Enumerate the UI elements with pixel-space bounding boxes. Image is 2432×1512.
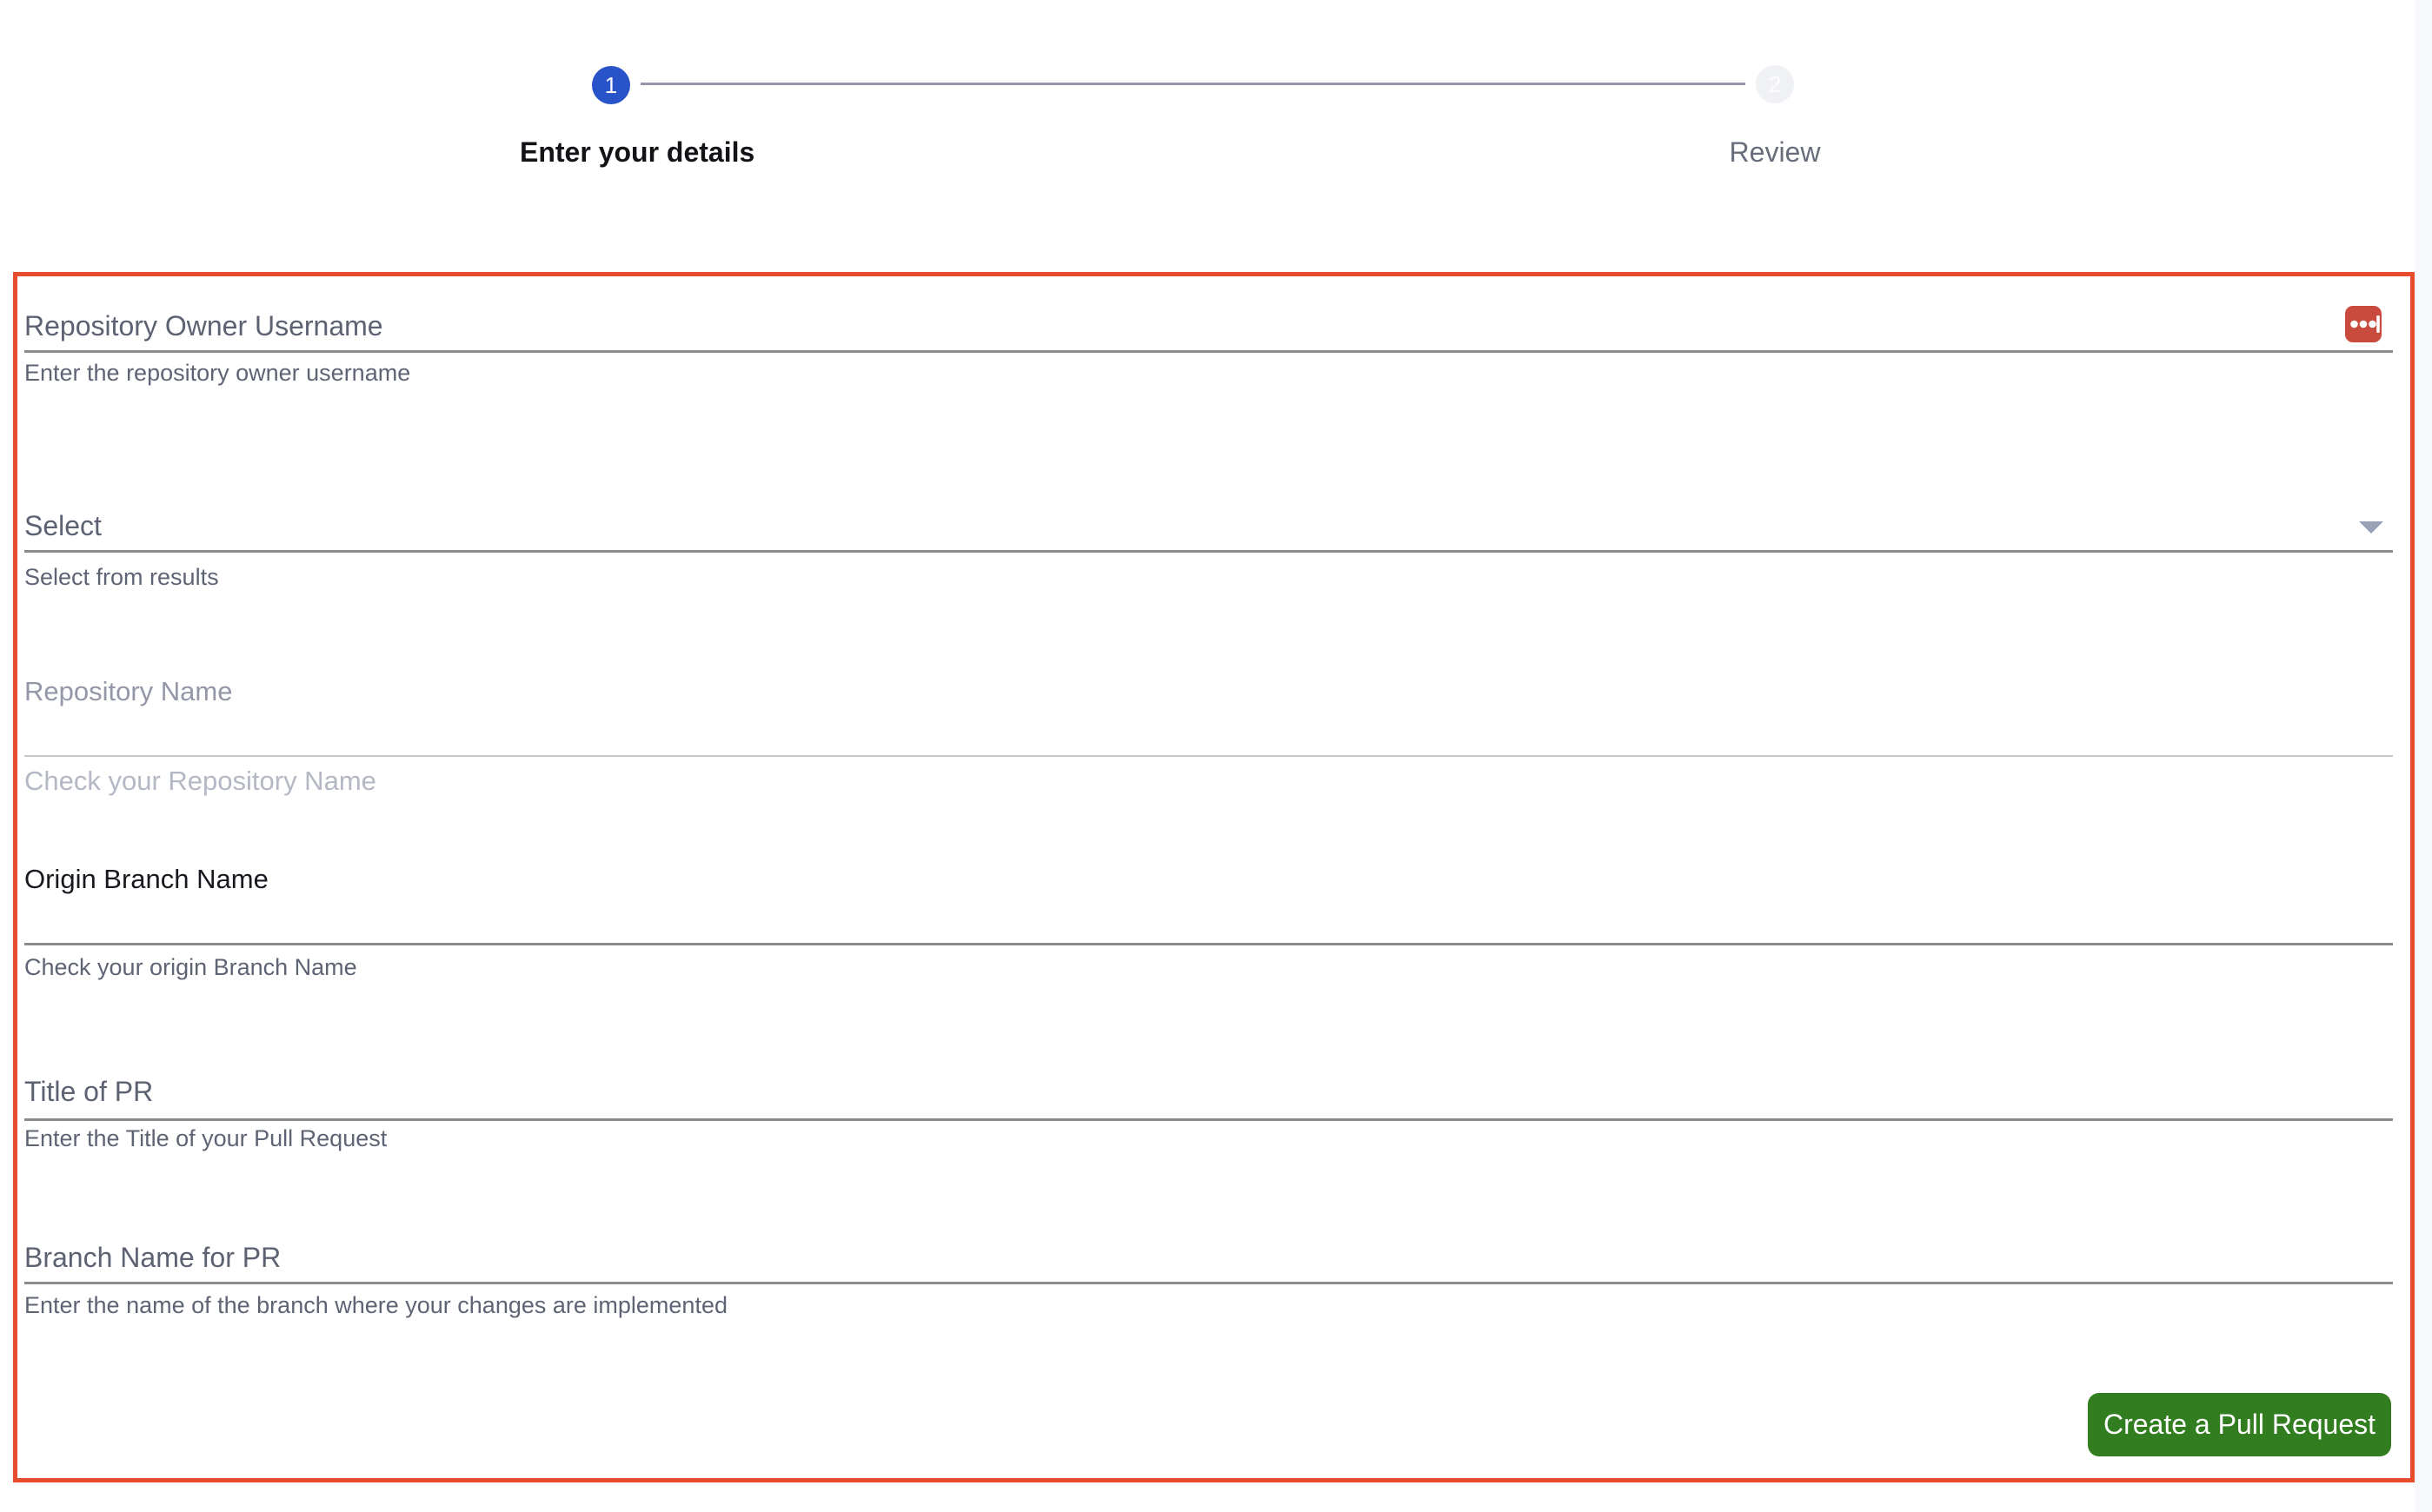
step-1-label: Enter your details <box>520 136 755 168</box>
create-pull-request-button[interactable]: Create a Pull Request <box>2088 1393 2391 1456</box>
pr-title-underline <box>24 1118 2393 1121</box>
select-results-underline <box>24 550 2393 553</box>
select-results-input[interactable]: Select <box>24 512 102 540</box>
pr-branch-name-input[interactable]: Branch Name for PR <box>24 1243 281 1272</box>
pr-branch-name-helper: Enter the name of the branch where your … <box>24 1292 728 1318</box>
repository-owner-username-helper: Enter the repository owner username <box>24 360 411 386</box>
stepper-connector-line <box>641 83 1745 85</box>
stepper: 1 2 Enter your details Review <box>0 0 2432 191</box>
repository-name-input[interactable]: Repository Name <box>24 678 232 706</box>
repository-name-underline <box>24 755 2393 757</box>
pr-branch-name-underline <box>24 1282 2393 1284</box>
pull-request-form-page: 1 2 Enter your details Review Repository… <box>0 0 2432 1512</box>
step-1-indicator: 1 <box>592 66 630 104</box>
step-2-indicator: 2 <box>1756 65 1794 103</box>
origin-branch-name-underline <box>24 943 2393 945</box>
select-results-helper: Select from results <box>24 564 219 590</box>
repository-name-helper: Check your Repository Name <box>24 766 376 796</box>
lastpass-icon[interactable] <box>2345 306 2382 342</box>
repository-owner-username-input[interactable]: Repository Owner Username <box>24 312 383 341</box>
pr-title-input[interactable]: Title of PR <box>24 1078 153 1106</box>
step-1-number: 1 <box>604 72 618 98</box>
step-2-number: 2 <box>1768 71 1782 97</box>
page-edge-background <box>2415 0 2432 1512</box>
origin-branch-name-input[interactable]: Origin Branch Name <box>24 865 269 893</box>
pr-title-helper: Enter the Title of your Pull Request <box>24 1125 388 1151</box>
origin-branch-name-helper: Check your origin Branch Name <box>24 954 357 980</box>
step-2-label: Review <box>1729 136 1821 168</box>
repository-owner-username-underline <box>24 350 2393 353</box>
chevron-down-icon[interactable] <box>2359 521 2383 534</box>
